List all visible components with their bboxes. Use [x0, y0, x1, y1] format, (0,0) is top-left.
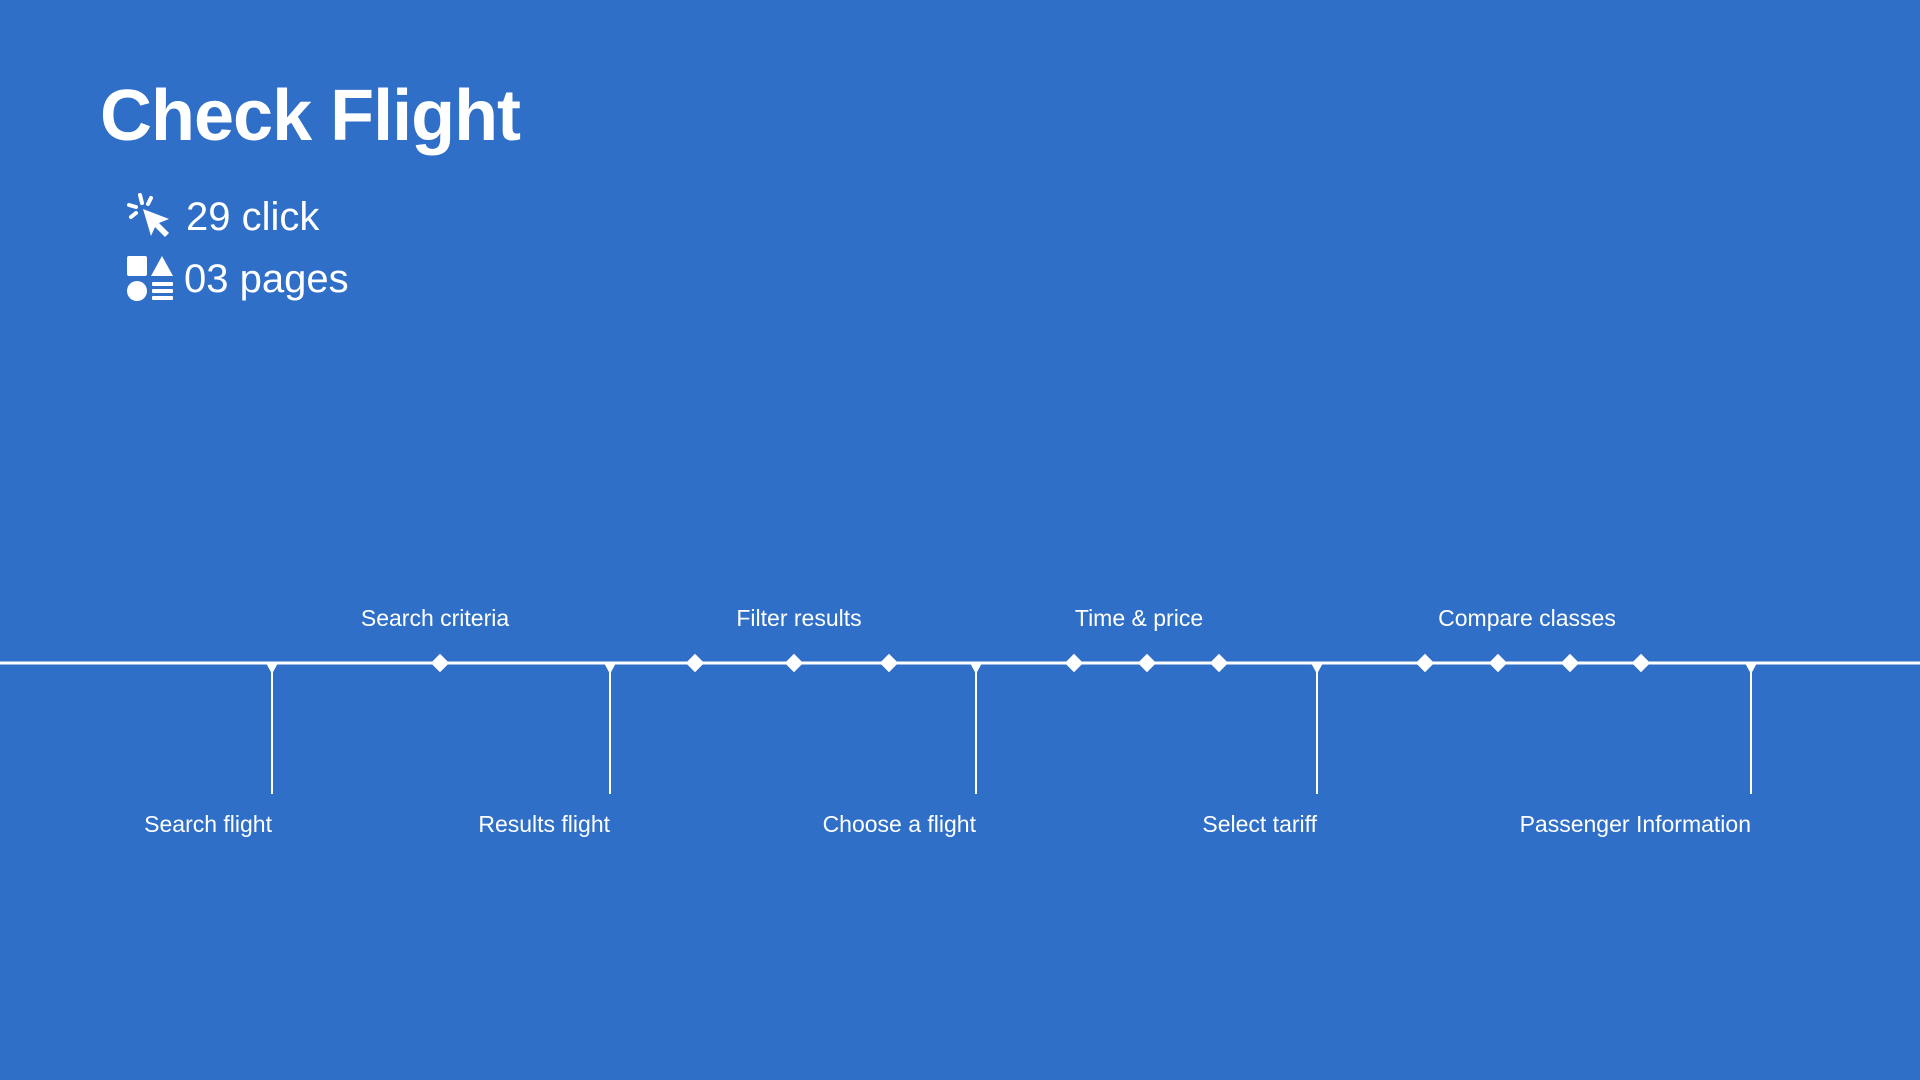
interaction-label: Compare classes: [1438, 605, 1616, 631]
click-dot: [1415, 653, 1435, 673]
click-dot: [879, 653, 899, 673]
click-dot: [685, 653, 705, 673]
page-label: Results flight: [478, 811, 610, 837]
click-dot: [1209, 653, 1229, 673]
interaction-label: Search criteria: [361, 605, 509, 631]
page-label: Choose a flight: [823, 811, 977, 837]
page-label: Search flight: [144, 811, 272, 837]
click-dot: [430, 653, 450, 673]
click-dot: [784, 653, 804, 673]
click-dot: [1488, 653, 1508, 673]
interaction-label: Time & price: [1075, 605, 1203, 631]
flow-page: Check Flight 29 click 03 pages Search fl…: [0, 0, 1920, 1080]
click-dot: [1064, 653, 1084, 673]
user-flow-diagram: Search flight Results flight Choose a flig…: [0, 605, 1920, 837]
page-label: Passenger Information: [1520, 811, 1751, 837]
interaction-label: Filter results: [736, 605, 861, 631]
click-dot: [1631, 653, 1651, 673]
click-dot: [1137, 653, 1157, 673]
page-label: Select tariff: [1202, 811, 1317, 837]
click-dot: [1560, 653, 1580, 673]
